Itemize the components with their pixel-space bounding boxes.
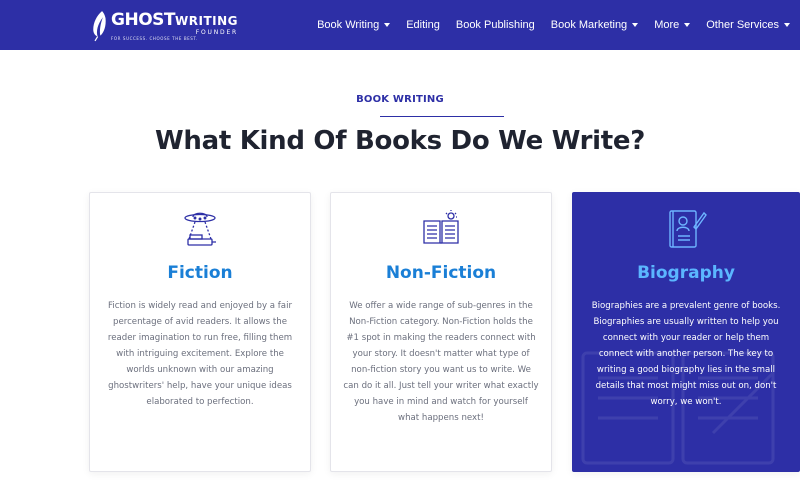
- main-nav: Book Writing Editing Book Publishing Boo…: [317, 0, 790, 50]
- section-eyebrow: BOOK WRITING: [356, 94, 444, 105]
- top-navbar: GHOST WRITING FOUNDER FOR SUCCESS. CHOOS…: [0, 0, 800, 50]
- quill-icon: [93, 11, 106, 42]
- chevron-down-icon: [684, 23, 691, 27]
- logo-founder: FOUNDER: [195, 28, 238, 36]
- nav-book-publishing[interactable]: Book Publishing: [456, 19, 535, 31]
- logo-text: GHOST WRITING FOUNDER FOR SUCCESS. CHOOS…: [111, 9, 238, 41]
- card-title: Non-Fiction: [385, 263, 497, 283]
- card-non-fiction[interactable]: Non-Fiction We offer a wide range of sub…: [330, 192, 552, 472]
- site-logo[interactable]: GHOST WRITING FOUNDER FOR SUCCESS. CHOOS…: [88, 7, 238, 45]
- section-heading: What Kind Of Books Do We Write?: [154, 126, 645, 156]
- card-title: Fiction: [167, 263, 233, 283]
- nav-editing[interactable]: Editing: [406, 19, 440, 31]
- open-book-icon: [423, 210, 459, 244]
- nav-more[interactable]: More: [654, 19, 691, 31]
- nav-book-marketing[interactable]: Book Marketing: [550, 19, 639, 31]
- biography-book-icon: [669, 210, 707, 248]
- eyebrow-underline: [380, 116, 504, 117]
- nav-label: Book Publishing: [455, 19, 535, 31]
- logo-tagline: FOR SUCCESS. CHOOSE THE BEST.: [111, 35, 198, 41]
- card-biography[interactable]: Biography Biographies are a prevalent ge…: [572, 192, 800, 472]
- card-fiction[interactable]: Fiction Fiction is widely read and enjoy…: [89, 192, 311, 472]
- nav-label: Book Marketing: [550, 19, 628, 31]
- nav-other-services[interactable]: Other Services: [706, 19, 790, 31]
- nav-label: Other Services: [706, 19, 779, 31]
- nav-label: Editing: [406, 19, 440, 31]
- chevron-down-icon: [632, 23, 639, 27]
- card-title: Biography: [637, 263, 735, 283]
- chevron-down-icon: [384, 23, 391, 27]
- card-description: Biographies are a prevalent genre of boo…: [591, 301, 781, 407]
- nav-label: More: [654, 19, 680, 31]
- card-description: Fiction is widely read and enjoyed by a …: [107, 301, 293, 407]
- chevron-down-icon: [784, 23, 790, 27]
- nav-label: Book Writing: [317, 19, 380, 31]
- nav-book-writing[interactable]: Book Writing: [317, 19, 391, 31]
- logo-ghost: GHOST: [111, 9, 176, 30]
- logo-writing: WRITING: [175, 13, 238, 28]
- ufo-book-icon: [184, 212, 216, 246]
- card-description: We offer a wide range of sub-genres in t…: [343, 301, 539, 423]
